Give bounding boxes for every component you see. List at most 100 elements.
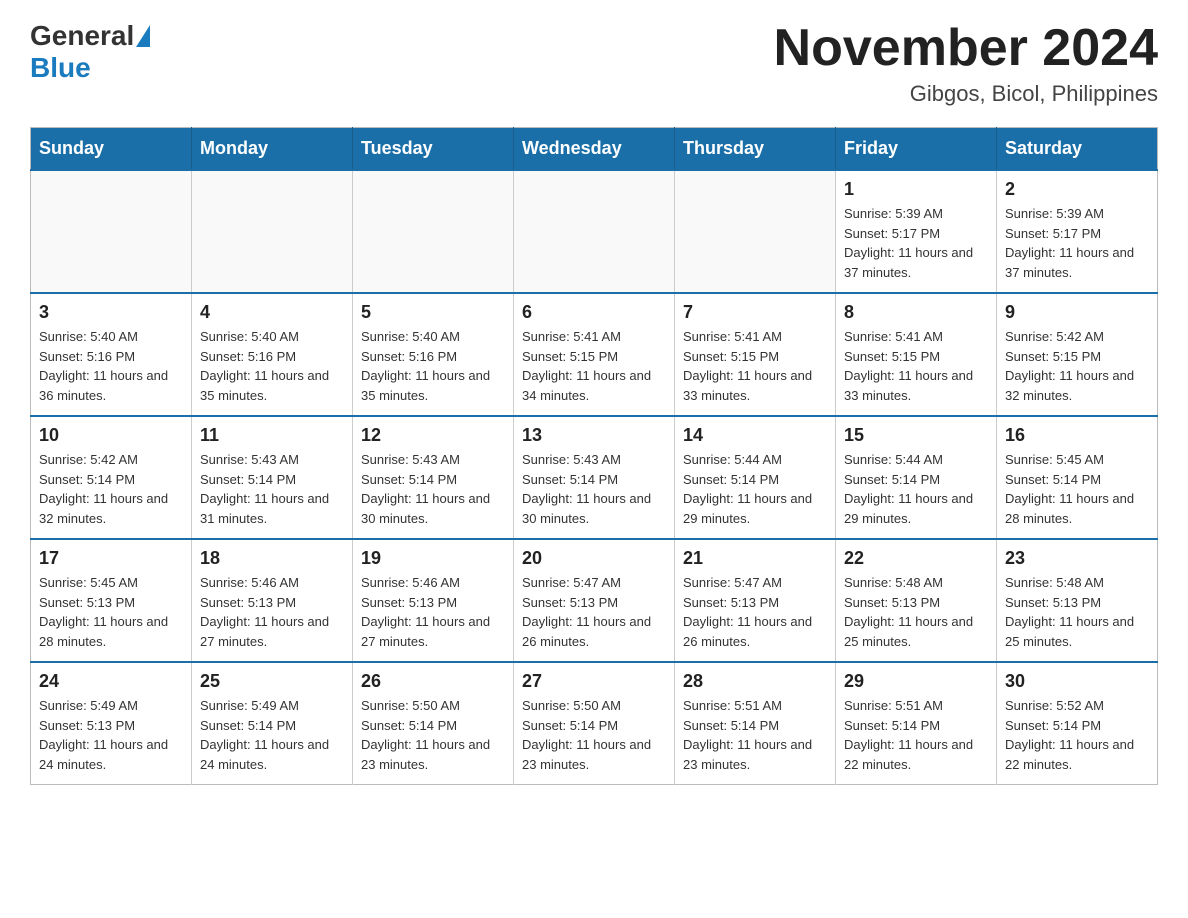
calendar-cell: 26 Sunrise: 5:50 AMSunset: 5:14 PMDayligh… (353, 662, 514, 785)
calendar-cell: 6Sunrise: 5:41 AMSunset: 5:15 PMDaylight… (514, 293, 675, 416)
day-info: Sunrise: 5:43 AMSunset: 5:14 PMDaylight:… (200, 450, 344, 528)
day-info: Sunrise: 5:46 AMSunset: 5:13 PMDaylight:… (361, 573, 505, 651)
day-number: 26 (361, 671, 505, 692)
title-area: November 2024 Gibgos, Bicol, Philippines (774, 20, 1158, 107)
day-info: Sunrise: 5:47 AMSunset: 5:13 PMDaylight:… (683, 573, 827, 651)
calendar-cell: 9 Sunrise: 5:42 AMSunset: 5:15 PMDaylight… (997, 293, 1158, 416)
day-info: Sunrise: 5:48 AMSunset: 5:13 PMDaylight:… (1005, 573, 1149, 651)
day-info: Sunrise: 5:43 AMSunset: 5:14 PMDaylight:… (361, 450, 505, 528)
page-header: General Blue November 2024 Gibgos, Bicol… (30, 20, 1158, 107)
day-number: 22 (844, 548, 988, 569)
calendar-cell (353, 170, 514, 293)
day-number: 27 (522, 671, 666, 692)
day-number: 17 (39, 548, 183, 569)
calendar-cell: 4 Sunrise: 5:40 AMSunset: 5:16 PMDaylight… (192, 293, 353, 416)
weekday-header-tuesday: Tuesday (353, 128, 514, 171)
day-info: Sunrise: 5:42 AMSunset: 5:15 PMDaylight:… (1005, 327, 1149, 405)
calendar-cell: 19 Sunrise: 5:46 AMSunset: 5:13 PMDayligh… (353, 539, 514, 662)
day-number: 29 (844, 671, 988, 692)
calendar-cell: 20Sunrise: 5:47 AMSunset: 5:13 PMDayligh… (514, 539, 675, 662)
day-number: 25 (200, 671, 344, 692)
calendar-cell (514, 170, 675, 293)
day-number: 6 (522, 302, 666, 323)
day-number: 11 (200, 425, 344, 446)
day-info: Sunrise: 5:44 AMSunset: 5:14 PMDaylight:… (683, 450, 827, 528)
calendar-cell: 3 Sunrise: 5:40 AMSunset: 5:16 PMDaylight… (31, 293, 192, 416)
logo-triangle-icon (136, 25, 150, 47)
day-number: 1 (844, 179, 988, 200)
calendar-cell: 28 Sunrise: 5:51 AMSunset: 5:14 PMDayligh… (675, 662, 836, 785)
day-info: Sunrise: 5:50 AMSunset: 5:14 PMDaylight:… (361, 696, 505, 774)
day-info: Sunrise: 5:39 AMSunset: 5:17 PMDaylight:… (844, 204, 988, 282)
day-number: 13 (522, 425, 666, 446)
calendar-cell: 18Sunrise: 5:46 AMSunset: 5:13 PMDayligh… (192, 539, 353, 662)
day-info: Sunrise: 5:48 AMSunset: 5:13 PMDaylight:… (844, 573, 988, 651)
day-info: Sunrise: 5:45 AMSunset: 5:13 PMDaylight:… (39, 573, 183, 651)
day-info: Sunrise: 5:51 AMSunset: 5:14 PMDaylight:… (844, 696, 988, 774)
day-number: 2 (1005, 179, 1149, 200)
calendar-cell: 14 Sunrise: 5:44 AMSunset: 5:14 PMDayligh… (675, 416, 836, 539)
day-number: 14 (683, 425, 827, 446)
day-number: 28 (683, 671, 827, 692)
day-number: 24 (39, 671, 183, 692)
day-number: 30 (1005, 671, 1149, 692)
day-info: Sunrise: 5:49 AMSunset: 5:13 PMDaylight:… (39, 696, 183, 774)
day-number: 21 (683, 548, 827, 569)
day-info: Sunrise: 5:41 AMSunset: 5:15 PMDaylight:… (844, 327, 988, 405)
calendar-cell: 16Sunrise: 5:45 AMSunset: 5:14 PMDayligh… (997, 416, 1158, 539)
day-info: Sunrise: 5:46 AMSunset: 5:13 PMDaylight:… (200, 573, 344, 651)
calendar-cell: 8Sunrise: 5:41 AMSunset: 5:15 PMDaylight… (836, 293, 997, 416)
calendar-cell: 22 Sunrise: 5:48 AMSunset: 5:13 PMDayligh… (836, 539, 997, 662)
calendar-cell: 30 Sunrise: 5:52 AMSunset: 5:14 PMDayligh… (997, 662, 1158, 785)
logo-blue-text: Blue (30, 52, 91, 83)
calendar-week-row: 3 Sunrise: 5:40 AMSunset: 5:16 PMDaylight… (31, 293, 1158, 416)
day-info: Sunrise: 5:42 AMSunset: 5:14 PMDaylight:… (39, 450, 183, 528)
calendar-cell: 25Sunrise: 5:49 AMSunset: 5:14 PMDayligh… (192, 662, 353, 785)
day-info: Sunrise: 5:51 AMSunset: 5:14 PMDaylight:… (683, 696, 827, 774)
calendar-cell: 5 Sunrise: 5:40 AMSunset: 5:16 PMDaylight… (353, 293, 514, 416)
day-number: 15 (844, 425, 988, 446)
day-number: 12 (361, 425, 505, 446)
calendar-week-row: 10 Sunrise: 5:42 AMSunset: 5:14 PMDayligh… (31, 416, 1158, 539)
calendar-cell: 2 Sunrise: 5:39 AMSunset: 5:17 PMDaylight… (997, 170, 1158, 293)
calendar-cell: 24 Sunrise: 5:49 AMSunset: 5:13 PMDayligh… (31, 662, 192, 785)
day-info: Sunrise: 5:40 AMSunset: 5:16 PMDaylight:… (200, 327, 344, 405)
calendar-cell: 15 Sunrise: 5:44 AMSunset: 5:14 PMDayligh… (836, 416, 997, 539)
day-number: 5 (361, 302, 505, 323)
calendar-cell: 17 Sunrise: 5:45 AMSunset: 5:13 PMDayligh… (31, 539, 192, 662)
calendar-cell: 23Sunrise: 5:48 AMSunset: 5:13 PMDayligh… (997, 539, 1158, 662)
day-info: Sunrise: 5:39 AMSunset: 5:17 PMDaylight:… (1005, 204, 1149, 282)
day-info: Sunrise: 5:43 AMSunset: 5:14 PMDaylight:… (522, 450, 666, 528)
day-number: 3 (39, 302, 183, 323)
calendar-cell: 13 Sunrise: 5:43 AMSunset: 5:14 PMDayligh… (514, 416, 675, 539)
weekday-header-sunday: Sunday (31, 128, 192, 171)
weekday-header-saturday: Saturday (997, 128, 1158, 171)
logo: General Blue (30, 20, 152, 84)
calendar-cell: 10 Sunrise: 5:42 AMSunset: 5:14 PMDayligh… (31, 416, 192, 539)
day-number: 19 (361, 548, 505, 569)
logo-general-text: General (30, 20, 134, 52)
day-info: Sunrise: 5:40 AMSunset: 5:16 PMDaylight:… (361, 327, 505, 405)
location-subtitle: Gibgos, Bicol, Philippines (774, 81, 1158, 107)
day-number: 10 (39, 425, 183, 446)
weekday-header-thursday: Thursday (675, 128, 836, 171)
day-number: 9 (1005, 302, 1149, 323)
calendar-header-row: SundayMondayTuesdayWednesdayThursdayFrid… (31, 128, 1158, 171)
day-info: Sunrise: 5:52 AMSunset: 5:14 PMDaylight:… (1005, 696, 1149, 774)
day-info: Sunrise: 5:41 AMSunset: 5:15 PMDaylight:… (683, 327, 827, 405)
calendar-cell: 12 Sunrise: 5:43 AMSunset: 5:14 PMDayligh… (353, 416, 514, 539)
weekday-header-monday: Monday (192, 128, 353, 171)
day-info: Sunrise: 5:44 AMSunset: 5:14 PMDaylight:… (844, 450, 988, 528)
day-number: 7 (683, 302, 827, 323)
day-number: 4 (200, 302, 344, 323)
weekday-header-wednesday: Wednesday (514, 128, 675, 171)
calendar-week-row: 17 Sunrise: 5:45 AMSunset: 5:13 PMDayligh… (31, 539, 1158, 662)
day-info: Sunrise: 5:40 AMSunset: 5:16 PMDaylight:… (39, 327, 183, 405)
calendar-cell: 21 Sunrise: 5:47 AMSunset: 5:13 PMDayligh… (675, 539, 836, 662)
calendar-table: SundayMondayTuesdayWednesdayThursdayFrid… (30, 127, 1158, 785)
calendar-cell (192, 170, 353, 293)
calendar-cell (31, 170, 192, 293)
day-info: Sunrise: 5:50 AMSunset: 5:14 PMDaylight:… (522, 696, 666, 774)
calendar-cell (675, 170, 836, 293)
calendar-cell: 11 Sunrise: 5:43 AMSunset: 5:14 PMDayligh… (192, 416, 353, 539)
